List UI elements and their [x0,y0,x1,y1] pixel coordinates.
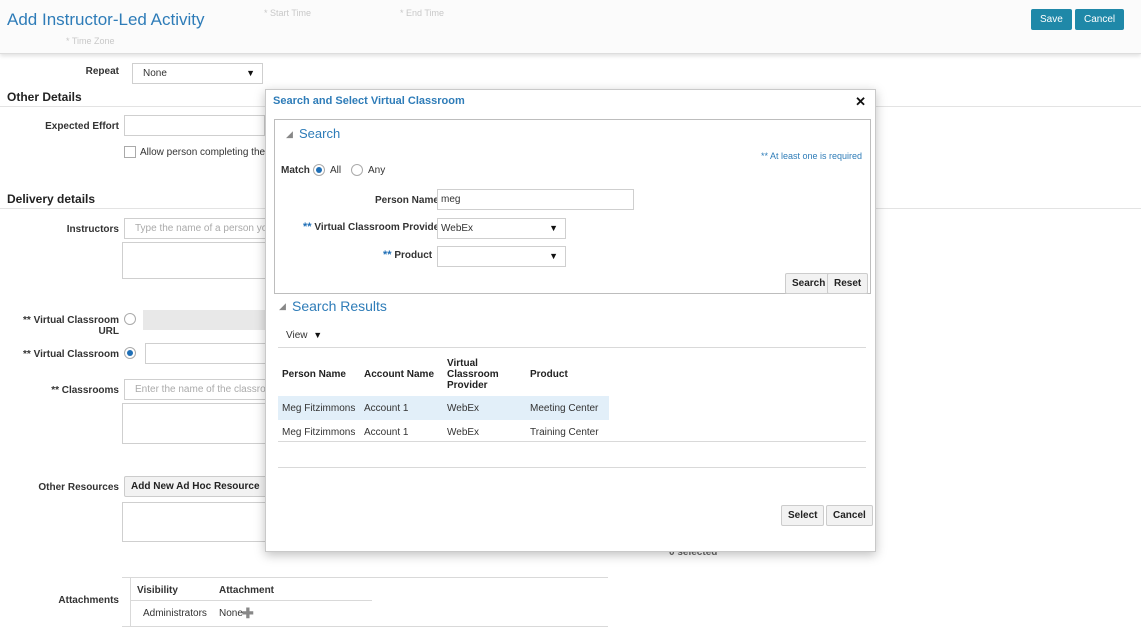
dialog-title: Search and Select Virtual Classroom [273,95,465,107]
instructors-input[interactable]: Type the name of a person you w [124,218,266,239]
match-any-label: Any [368,165,386,176]
chevron-down-icon: ▼ [313,330,323,340]
toolbar-divider [278,347,866,348]
col-person-name[interactable]: Person Name [278,352,360,396]
match-label: Match [281,165,310,176]
repeat-label: Repeat [85,66,119,77]
product-label: Product [394,250,433,261]
attachments-top-line [122,577,608,578]
match-all-label: All [330,165,342,176]
allow-person-checkbox[interactable] [124,146,136,158]
page-title: Add Instructor-Led Activity [7,10,205,29]
vcp-select[interactable]: WebEx ▼ [437,218,566,239]
select-button[interactable]: Select [781,505,825,526]
classrooms-input[interactable]: Enter the name of the classroom [124,379,266,400]
other-details-heading: Other Details [7,90,82,104]
table-header-row: Person Name Account Name Virtual Classro… [278,352,609,396]
time-zone-label: * Time Zone [66,36,115,46]
other-resources-label: Other Resources [38,482,119,493]
instructors-label: Instructors [66,224,119,235]
save-button[interactable]: Save [1031,9,1072,30]
close-icon[interactable]: ✕ [855,94,866,110]
expected-effort-input[interactable] [124,115,265,136]
cell-account-name: Account 1 [360,396,443,420]
required-stars: ** [383,249,392,261]
att-col-attachment: Attachment [219,585,275,596]
collapse-triangle-icon[interactable]: ◢ [286,129,293,140]
search-heading[interactable]: Search [299,126,340,141]
add-icon[interactable]: ✚ [242,605,254,622]
repeat-value: None [143,68,167,79]
person-name-input[interactable]: meg [437,189,634,210]
resources-list [122,502,266,542]
collapse-triangle-icon[interactable]: ◢ [279,301,286,312]
vcp-label-group: ** Virtual Classroom Provider [303,221,443,233]
vc-input[interactable] [145,343,266,364]
required-note: ** At least one is required [760,151,862,161]
vcp-value: WebEx [441,223,474,234]
allow-person-label: Allow person completing the ac [140,147,279,158]
person-name-label: Person Name [375,195,439,206]
attachments-side-line [130,577,131,627]
match-any-radio[interactable] [351,164,363,176]
cell-product: Meeting Center [526,396,609,420]
chevron-down-icon: ▼ [549,223,558,233]
dialog-cancel-button[interactable]: Cancel [826,505,873,526]
search-select-vc-dialog: Search and Select Virtual Classroom ✕ ◢ … [265,89,876,552]
attachments-bottom-line [122,626,608,627]
add-resource-button[interactable]: Add New Ad Hoc Resource [124,476,267,497]
att-visibility-value: Administrators [143,608,207,619]
chevron-down-icon: ▼ [246,68,255,78]
table-footer-line [278,467,866,468]
vcp-label: Virtual Classroom Provider [314,222,444,233]
vc-url-radio[interactable] [124,313,136,325]
expected-effort-label: Expected Effort [45,121,119,132]
table-row[interactable]: Meg Fitzimmons Account 1 WebEx Meeting C… [278,396,609,420]
instructors-list [122,242,266,279]
results-heading[interactable]: Search Results [292,298,387,314]
att-col-visibility: Visibility [137,585,178,596]
view-label: View [286,330,308,341]
attachments-label: Attachments [58,595,119,606]
search-button[interactable]: Search [785,273,833,294]
product-label-group: ** Product [383,249,432,261]
table-bottom-line [278,441,866,442]
col-vc-provider[interactable]: Virtual Classroom Provider [443,352,526,396]
col-product[interactable]: Product [526,352,609,396]
delivery-heading: Delivery details [7,192,96,206]
page-header: Add Instructor-Led Activity * Start Time… [0,0,1141,54]
product-select[interactable]: ▼ [437,246,566,267]
vc-radio[interactable] [124,347,136,359]
results-table: Person Name Account Name Virtual Classro… [278,352,609,444]
start-time-label: * Start Time [264,8,312,18]
cell-person-name: Meg Fitzimmons [278,396,360,420]
end-time-label: * End Time [400,8,445,18]
cell-vc-provider: WebEx [443,396,526,420]
cancel-button[interactable]: Cancel [1075,9,1125,30]
repeat-select[interactable]: None ▼ [132,63,263,84]
classrooms-list [122,403,266,444]
vc-url-input[interactable] [143,310,266,330]
search-panel: ◢ Search ** At least one is required Mat… [274,119,871,294]
required-stars: ** [303,221,312,233]
vc-label: ** Virtual Classroom [23,349,119,360]
classrooms-label: ** Classrooms [51,385,119,396]
col-account-name[interactable]: Account Name [360,352,443,396]
vc-url-label: ** Virtual Classroom URL [23,315,119,337]
reset-button[interactable]: Reset [827,273,869,294]
view-menu[interactable]: View ▼ [286,330,322,341]
match-all-radio[interactable] [313,164,325,176]
att-header-line [130,600,372,601]
chevron-down-icon: ▼ [549,251,558,261]
att-attachment-value: None [219,608,243,619]
